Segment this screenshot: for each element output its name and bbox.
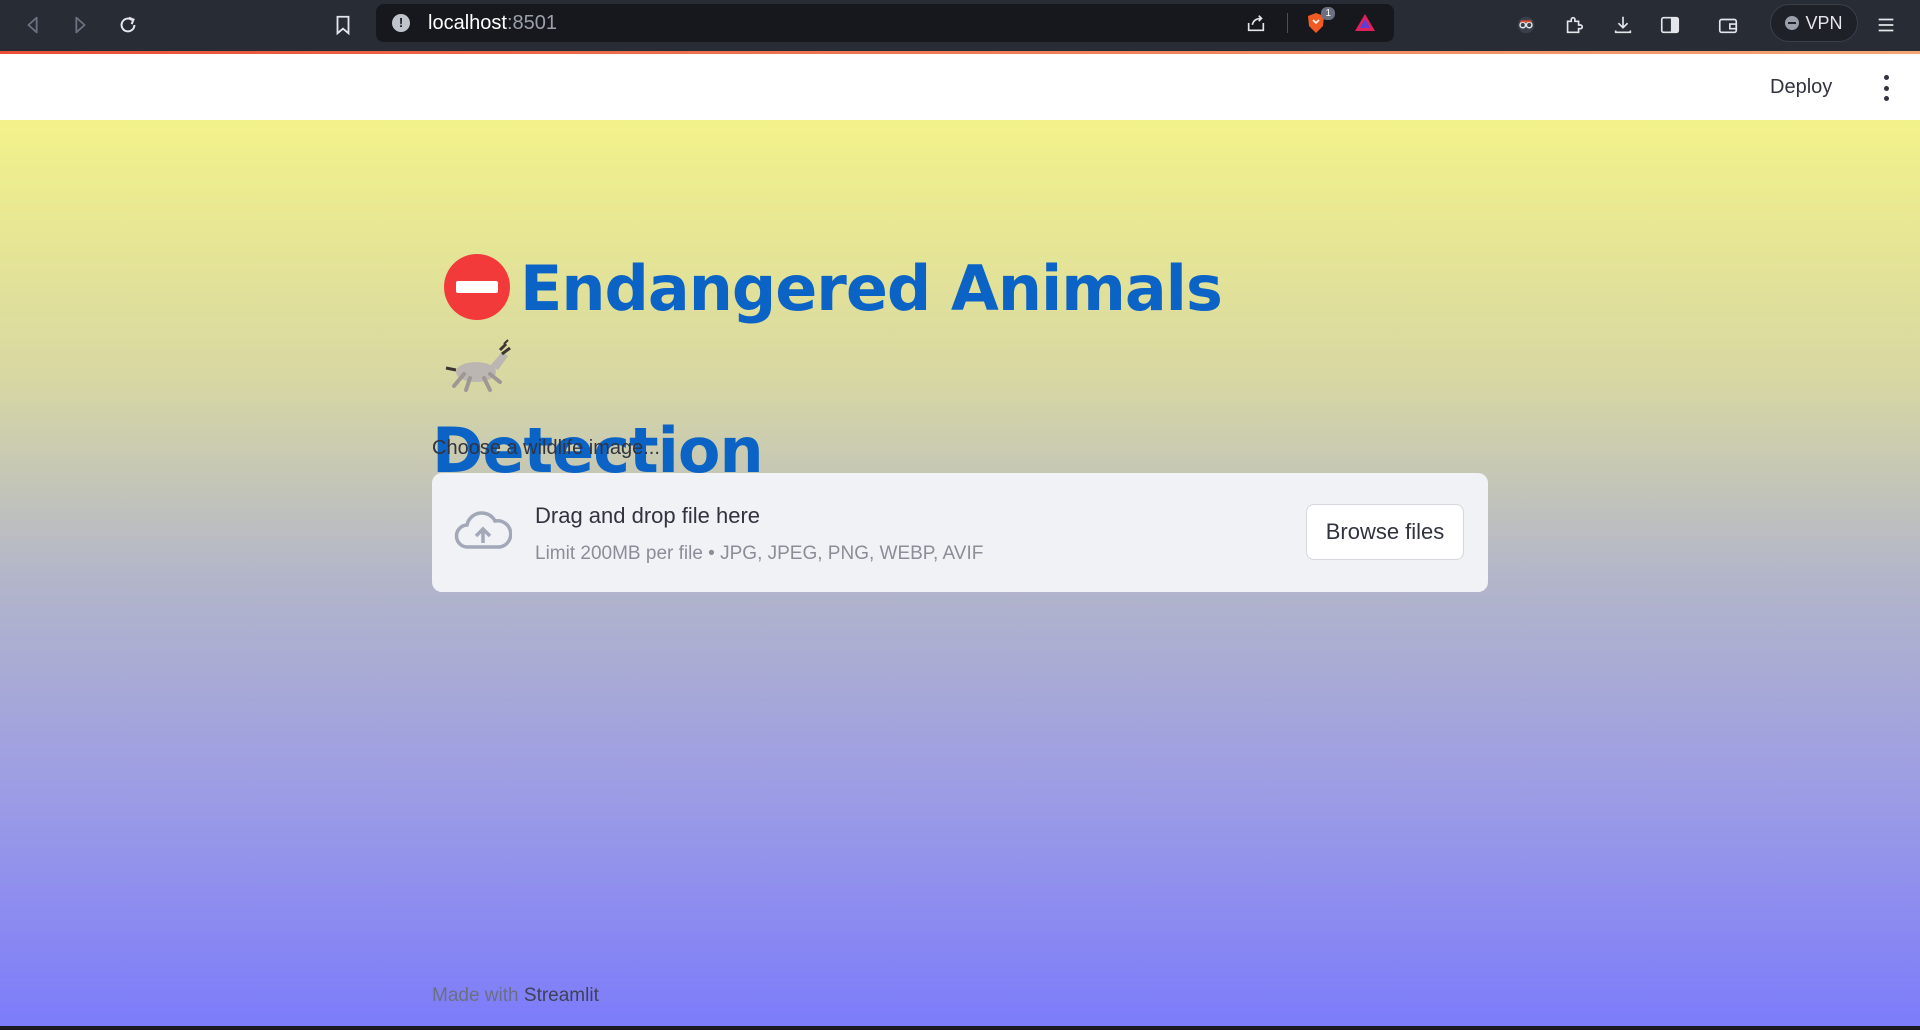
main-menu-icon[interactable] [1876,75,1896,101]
download-icon[interactable] [1608,10,1638,40]
file-dropzone[interactable]: Drag and drop file here Limit 200MB per … [432,473,1488,592]
forward-icon[interactable] [65,10,95,40]
browse-files-button[interactable]: Browse files [1306,504,1464,560]
address-bar[interactable]: ! localhost:8501 1 [376,4,1394,42]
reload-icon[interactable] [113,10,143,40]
leo-ai-icon[interactable] [1511,10,1541,40]
uploader-label: Choose a wildlife image... [432,437,660,459]
share-icon[interactable] [1241,8,1271,38]
no-entry-icon [444,254,510,320]
bookmark-icon[interactable] [328,10,358,40]
shields-count-badge: 1 [1321,7,1335,20]
cloud-upload-icon [454,511,512,549]
title-line-1: Endangered Animals [520,252,1223,325]
browser-toolbar: ! localhost:8501 1 VPN [0,0,1920,51]
back-icon[interactable] [18,10,48,40]
url-divider [1287,13,1288,33]
url-text: localhost:8501 [428,12,557,35]
vpn-button[interactable]: VPN [1770,4,1858,42]
sidebar-toggle-icon[interactable] [1655,10,1685,40]
wallet-icon[interactable] [1713,10,1743,40]
vpn-status-icon [1785,16,1800,30]
url-port: :8501 [506,12,557,34]
vpn-label: VPN [1805,12,1843,33]
footer-made-with: Made with [432,985,519,1006]
horse-icon [444,334,514,412]
footer: Made with Streamlit [432,985,599,1007]
menu-icon[interactable] [1871,10,1901,40]
dropzone-limit-text: Limit 200MB per file • JPG, JPEG, PNG, W… [535,543,984,564]
site-info-icon[interactable]: ! [392,14,410,32]
extensions-icon[interactable] [1559,10,1589,40]
footer-streamlit-link[interactable]: Streamlit [524,985,599,1006]
brave-rewards-icon[interactable] [1350,8,1380,38]
dropzone-instructions: Drag and drop file here [535,503,761,528]
url-host: localhost [428,12,507,34]
brave-shields-icon[interactable]: 1 [1301,7,1335,38]
bottom-edge [0,1026,1920,1030]
app-header: Deploy [0,54,1920,120]
deploy-button[interactable]: Deploy [1770,76,1832,99]
